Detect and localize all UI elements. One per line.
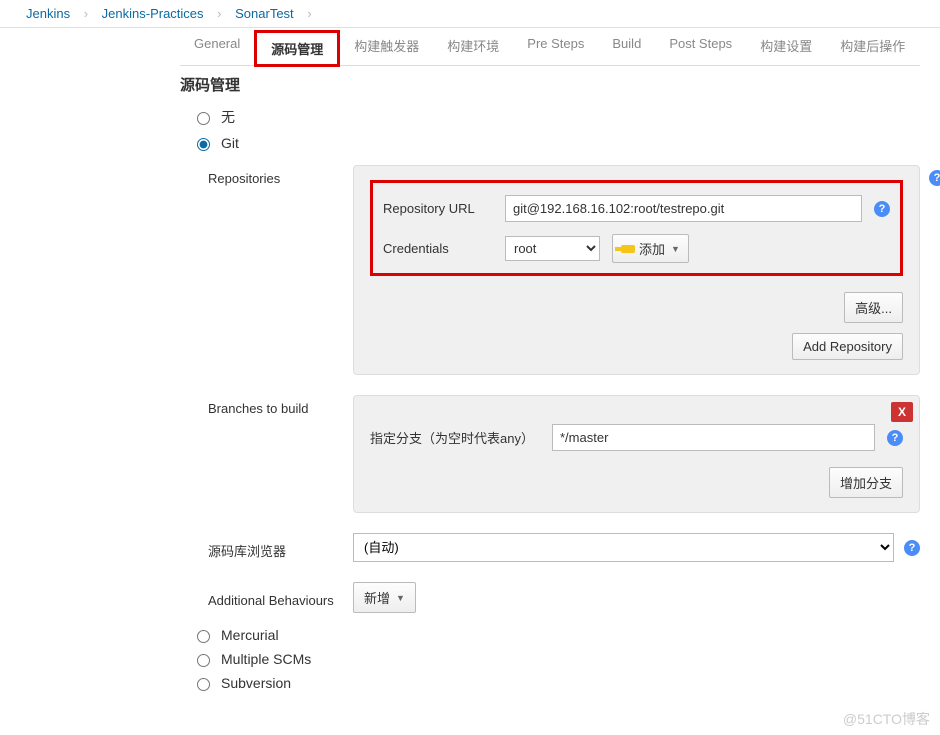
breadcrumb: Jenkins › Jenkins-Practices › SonarTest …: [0, 0, 940, 28]
browser-select[interactable]: (自动): [353, 533, 894, 562]
help-icon[interactable]: ?: [929, 170, 940, 186]
add-repository-button[interactable]: Add Repository: [792, 333, 903, 360]
scm-subversion-label: Subversion: [221, 675, 291, 691]
repo-url-label: Repository URL: [383, 201, 493, 216]
add-branch-button[interactable]: 增加分支: [829, 467, 903, 498]
scm-git-label: Git: [221, 135, 239, 151]
branches-label: Branches to build: [208, 395, 353, 513]
breadcrumb-sep-icon: ›: [84, 6, 88, 21]
add-credentials-button[interactable]: 添加 ▼: [612, 234, 689, 263]
add-credentials-label: 添加: [639, 239, 665, 258]
repo-highlight-box: Repository URL ? Credentials root 添加 ▼: [370, 180, 903, 276]
scm-mercurial-label: Mercurial: [221, 627, 279, 643]
breadcrumb-sep-icon: ›: [307, 6, 311, 21]
key-icon: [621, 245, 635, 253]
scm-git-radio[interactable]: [197, 138, 210, 151]
branch-spec-input[interactable]: [552, 424, 875, 451]
tab-pre-steps[interactable]: Pre Steps: [513, 28, 598, 65]
tab-general[interactable]: General: [180, 28, 254, 65]
repo-url-input[interactable]: [505, 195, 862, 222]
tab-build[interactable]: Build: [598, 28, 655, 65]
add-behaviour-label: 新增: [364, 588, 390, 607]
tab-post-steps[interactable]: Post Steps: [655, 28, 746, 65]
breadcrumb-link[interactable]: Jenkins-Practices: [102, 6, 204, 21]
breadcrumb-link[interactable]: SonarTest: [235, 6, 294, 21]
add-behaviour-button[interactable]: 新增 ▼: [353, 582, 416, 613]
tab-triggers[interactable]: 构建触发器: [340, 28, 433, 65]
tab-build-settings[interactable]: 构建设置: [746, 28, 826, 65]
behaviours-label: Additional Behaviours: [208, 587, 353, 608]
scm-mercurial-radio[interactable]: [197, 630, 210, 643]
scm-multiple-label: Multiple SCMs: [221, 651, 311, 667]
help-icon[interactable]: ?: [874, 201, 890, 217]
caret-down-icon: ▼: [396, 593, 405, 603]
breadcrumb-link[interactable]: Jenkins: [26, 6, 70, 21]
scm-none-radio[interactable]: [197, 112, 210, 125]
scm-none-label: 无: [221, 107, 235, 127]
config-tabs: General 源码管理 构建触发器 构建环境 Pre Steps Build …: [180, 28, 920, 66]
breadcrumb-sep-icon: ›: [217, 6, 221, 21]
browser-label: 源码库浏览器: [208, 535, 353, 560]
section-title: 源码管理: [180, 70, 920, 103]
tab-scm[interactable]: 源码管理: [254, 30, 340, 67]
branch-spec-label: 指定分支（为空时代表any）: [370, 428, 540, 447]
watermark: @51CTO博客: [843, 709, 930, 729]
credentials-label: Credentials: [383, 241, 493, 256]
help-icon[interactable]: ?: [904, 540, 920, 556]
credentials-select[interactable]: root: [505, 236, 600, 261]
repositories-label: Repositories: [208, 165, 353, 375]
delete-branch-button[interactable]: X: [891, 402, 913, 422]
branches-block: X 指定分支（为空时代表any） ? 增加分支: [353, 395, 920, 513]
tab-env[interactable]: 构建环境: [433, 28, 513, 65]
help-icon[interactable]: ?: [887, 430, 903, 446]
scm-subversion-radio[interactable]: [197, 678, 210, 691]
tab-post-build[interactable]: 构建后操作: [826, 28, 919, 65]
advanced-button[interactable]: 高级...: [844, 292, 903, 323]
caret-down-icon: ▼: [671, 244, 680, 254]
repositories-block: ? Repository URL ? Credentials root: [353, 165, 920, 375]
